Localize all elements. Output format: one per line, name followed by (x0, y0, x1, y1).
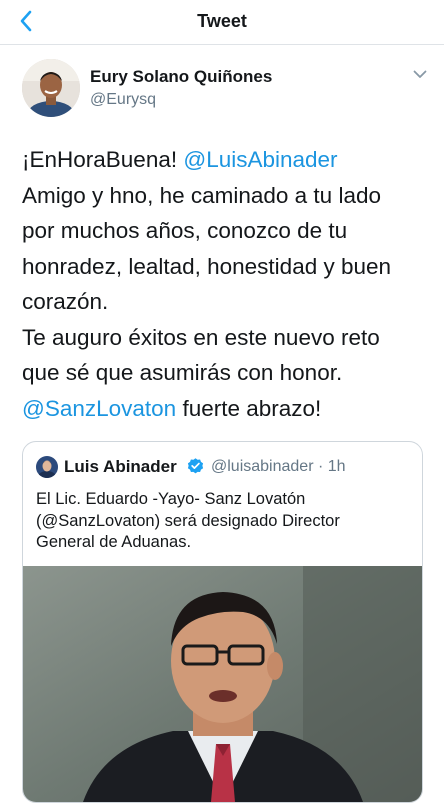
tweet-text-line: Te auguro éxitos en este nuevo reto (22, 320, 432, 356)
tweet-text-segment: Te auguro éxitos en este nuevo reto (22, 324, 380, 350)
tweet-text-segment: corazón. (22, 289, 109, 314)
tweet-text-line: por muchos años, conozco de tu (22, 213, 432, 249)
author-avatar[interactable] (22, 59, 80, 117)
quoted-author-avatar (36, 456, 58, 478)
quoted-author-name: Luis Abinader (64, 457, 177, 476)
tweet-text-segment: por muchos años, conozco de tu (22, 218, 348, 243)
mention-link[interactable]: @LuisAbinader (183, 147, 337, 172)
nav-bar: Tweet (0, 0, 444, 45)
quoted-tweet-header: Luis Abinader @luisabinader · 1h (23, 442, 422, 486)
tweet-text: ¡EnHoraBuena! @LuisAbinader Amigo y hno, … (22, 142, 432, 426)
tweet-text-line: Amigo y hno, he caminado a tu lado (22, 178, 432, 214)
quoted-tweet-card[interactable]: Luis Abinader @luisabinader · 1h El Lic.… (22, 441, 423, 803)
author-handle[interactable]: @Eurysq (90, 90, 156, 110)
quoted-tweet-text-line: (@SanzLovaton) será designado Director (36, 511, 340, 530)
author-name[interactable]: Eury Solano Quiñones (90, 67, 272, 87)
quoted-tweet-text: El Lic. Eduardo -Yayo- Sanz Lovatón (@San… (36, 489, 411, 554)
tweet-text-segment: Amigo y hno, he caminado a tu lado (22, 182, 381, 208)
tweet-text-segment: honradez, lealtad, honestidad y buen (22, 253, 392, 279)
verified-badge-icon (187, 458, 204, 474)
mention-link[interactable]: @SanzLovaton (22, 396, 176, 421)
chevron-down-icon (413, 70, 427, 78)
quoted-author-handle-time: @luisabinader · 1h (211, 458, 346, 475)
quoted-tweet-text-line: General de Aduanas. (36, 533, 192, 551)
tweet-author-row: Eury Solano Quiñones @Eurysq (0, 45, 444, 133)
tweet-options-button[interactable] (410, 67, 430, 81)
tweet-text-line: honradez, lealtad, honestidad y buen (22, 249, 432, 285)
tweet-text-segment: ¡EnHoraBuena! (22, 147, 184, 172)
tweet-text-segment: que sé que asumirás con honor. (22, 360, 343, 385)
tweet-text-line: @SanzLovaton fuerte abrazo! (22, 391, 432, 427)
tweet-text-line: ¡EnHoraBuena! @LuisAbinader (22, 142, 432, 178)
tweet-text-line: corazón. (22, 284, 432, 320)
page-title: Tweet (197, 11, 247, 31)
quoted-tweet-text-line: El Lic. Eduardo -Yayo- Sanz Lovatón (36, 490, 306, 508)
tweet-text-line: que sé que asumirás con honor. (22, 355, 432, 391)
tweet-text-segment: fuerte abrazo! (176, 395, 322, 421)
quoted-tweet-photo[interactable] (23, 566, 422, 802)
